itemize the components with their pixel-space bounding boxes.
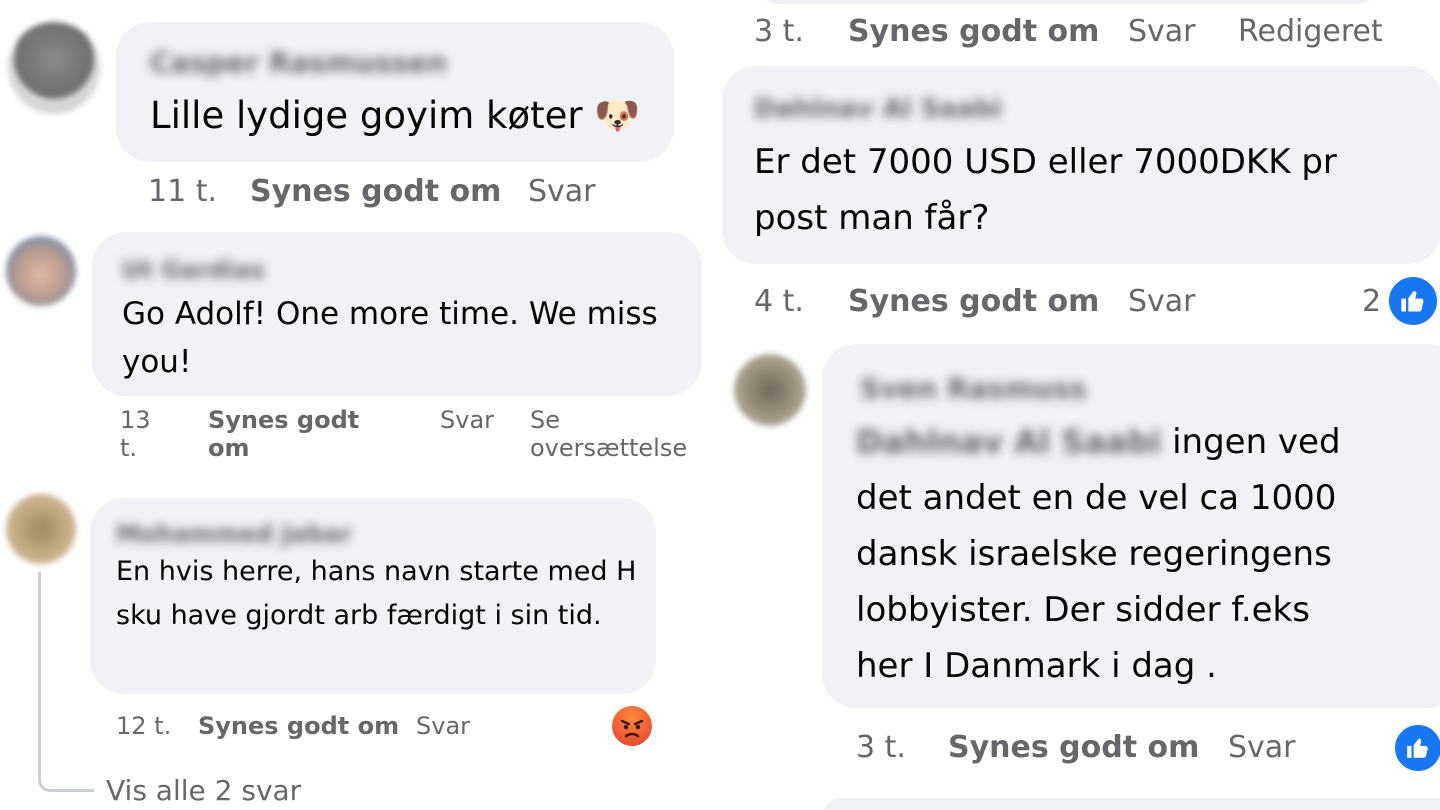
comment-time[interactable]: 11 t. — [148, 174, 217, 209]
reply-button[interactable]: Svar — [440, 406, 494, 434]
next-bubble-edge — [822, 798, 1440, 810]
comment-time[interactable]: 3 t. — [856, 730, 906, 765]
comment-time[interactable]: 3 t. — [754, 14, 804, 49]
comment-text-block: Dahlnav Al Saabi ingen ved det andet en … — [856, 414, 1416, 694]
like-button[interactable]: Synes godt om — [848, 14, 1099, 49]
reply-button[interactable]: Svar — [1128, 14, 1196, 49]
thumbs-up-icon[interactable] — [1392, 722, 1440, 774]
like-button[interactable]: Synes godt om — [948, 730, 1199, 765]
avatar[interactable] — [6, 236, 76, 306]
like-button[interactable]: Synes godt om — [250, 174, 501, 209]
comment-panel-4: 3 t. Synes godt om Svar Redigeret — [728, 0, 1440, 62]
comment-text-line: lobbyister. Der sidder f.eks — [856, 590, 1310, 630]
comment-author[interactable]: Ut Gardias — [122, 256, 265, 284]
like-count[interactable]: 2 — [1362, 284, 1381, 319]
comment-author[interactable]: Casper Rasmussen — [150, 46, 447, 79]
edited-label: Redigeret — [1238, 14, 1383, 49]
like-button[interactable]: Synes godt om — [208, 406, 378, 462]
see-translation-link[interactable]: Se oversættelse — [530, 406, 700, 462]
comment-text: Go Adolf! One more time. We miss you! — [122, 296, 658, 380]
comment-text: En hvis herre, hans navn starte med H sk… — [116, 556, 637, 631]
comment-panel-6: Sven Rasmuss Dahlnav Al Saabi ingen ved … — [720, 340, 1440, 810]
like-button[interactable]: Synes godt om — [198, 712, 399, 740]
mention-link[interactable]: Dahlnav Al Saabi — [856, 423, 1161, 461]
like-button[interactable]: Synes godt om — [848, 284, 1099, 319]
thumbs-up-icon[interactable] — [1386, 274, 1440, 328]
reply-button[interactable]: Svar — [528, 174, 596, 209]
view-all-replies-link[interactable]: Vis alle 2 svar — [106, 774, 301, 807]
comment-time[interactable]: 12 t. — [116, 712, 171, 740]
previous-bubble-edge — [758, 0, 1378, 4]
comment-text-line: dansk israelske regeringens — [856, 534, 1332, 574]
comment-text: Lille lydige goyim køter 🐶 — [150, 94, 641, 137]
reply-button[interactable]: Svar — [416, 712, 470, 740]
comment-panel-1: Casper Rasmussen Lille lydige goyim køte… — [0, 0, 712, 228]
comment-time[interactable]: 13 t. — [120, 406, 160, 462]
comment-text-line: det andet en de vel ca 1000 — [856, 478, 1337, 518]
comment-panel-5: Dahlnav Al Saabi Er det 7000 USD eller 7… — [720, 64, 1440, 336]
reply-button[interactable]: Svar — [1228, 730, 1296, 765]
avatar[interactable] — [6, 494, 76, 564]
comment-panel-3: Mohammed Jabar En hvis herre, hans navn … — [0, 472, 712, 810]
angry-face-icon[interactable] — [612, 706, 652, 746]
comment-bubble — [116, 22, 674, 162]
thread-connector — [38, 572, 94, 792]
comment-text-line: ingen ved — [1172, 422, 1341, 462]
comment-time[interactable]: 4 t. — [754, 284, 804, 319]
reply-button[interactable]: Svar — [1128, 284, 1196, 319]
comment-author[interactable]: Sven Rasmuss — [860, 372, 1087, 405]
comment-panel-2: Ut Gardias Go Adolf! One more time. We m… — [0, 230, 712, 470]
avatar[interactable] — [734, 354, 806, 426]
comment-text: Er det 7000 USD eller 7000DKK pr post ma… — [754, 142, 1337, 238]
avatar[interactable] — [8, 22, 100, 114]
comment-author[interactable]: Dahlnav Al Saabi — [754, 94, 1002, 124]
comment-author[interactable]: Mohammed Jabar — [116, 520, 352, 548]
comment-text-line: her I Danmark i dag . — [856, 646, 1217, 686]
